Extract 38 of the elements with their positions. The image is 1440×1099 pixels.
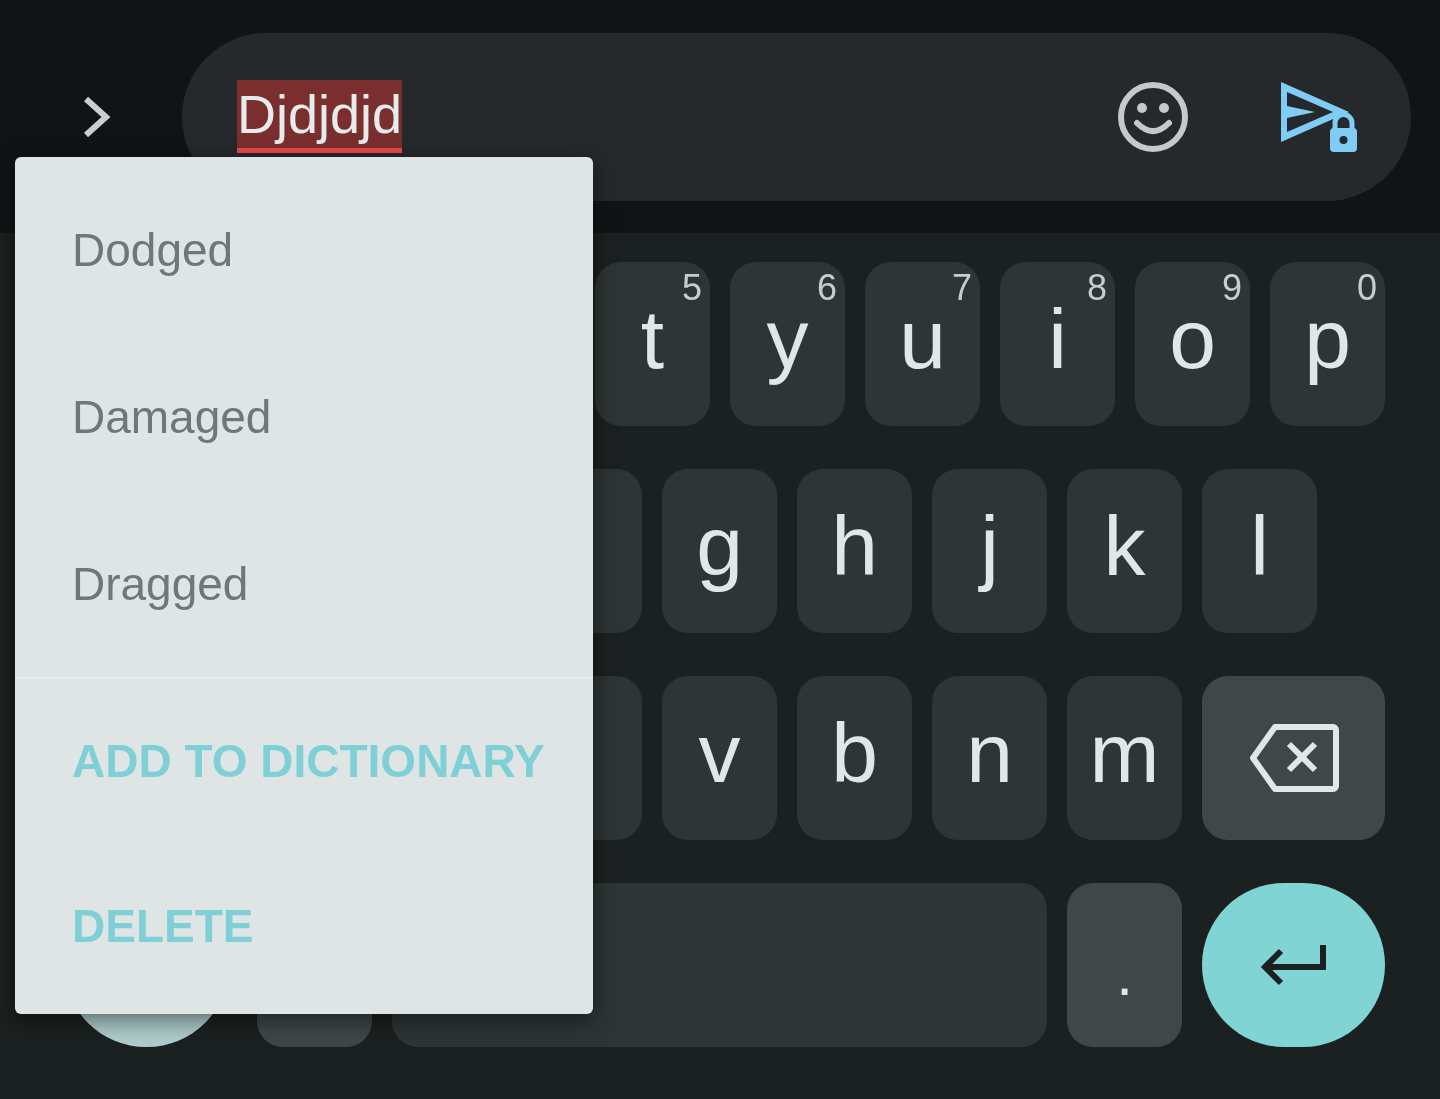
key[interactable]: g: [662, 469, 777, 633]
key-letter: b: [831, 711, 878, 795]
key[interactable]: n: [932, 676, 1047, 840]
key-letter: m: [1089, 711, 1160, 795]
key-hint: 0: [1356, 270, 1377, 306]
key[interactable]: j: [932, 469, 1047, 633]
key-hint: 9: [1221, 270, 1242, 306]
key[interactable]: v: [662, 676, 777, 840]
key-letter: l: [1250, 504, 1269, 588]
key-letter: o: [1169, 297, 1216, 381]
key-letter: i: [1048, 297, 1067, 381]
key-letter: k: [1103, 504, 1146, 588]
key[interactable]: k: [1067, 469, 1182, 633]
message-field[interactable]: Djdjdjd: [182, 32, 1411, 201]
key-hint: 6: [816, 270, 837, 306]
suggestion-item[interactable]: Dragged: [15, 553, 593, 614]
enter-icon: [1258, 943, 1329, 987]
backspace-icon: [1248, 723, 1339, 793]
key-letter: t: [640, 297, 665, 381]
key[interactable]: t 5: [595, 262, 710, 426]
key-letter: n: [966, 711, 1013, 795]
emoji-icon[interactable]: [1117, 80, 1189, 153]
key[interactable]: m: [1067, 676, 1182, 840]
suggestion-item[interactable]: Dodged: [15, 220, 593, 281]
key[interactable]: .: [1067, 883, 1182, 1047]
key[interactable]: i 8: [1000, 262, 1115, 426]
key-hint: 5: [681, 270, 702, 306]
key[interactable]: b: [797, 676, 912, 840]
key-letter: u: [899, 297, 946, 381]
key-hint: 8: [1086, 270, 1107, 306]
key-hint: 7: [951, 270, 972, 306]
suggestion-item[interactable]: Damaged: [15, 387, 593, 447]
key-letter: v: [698, 711, 741, 795]
key-letter: h: [831, 504, 878, 588]
backspace-key[interactable]: [1202, 676, 1385, 840]
message-text: Djdjdjd: [237, 80, 403, 153]
key[interactable]: l: [1202, 469, 1317, 633]
key[interactable]: h: [797, 469, 912, 633]
